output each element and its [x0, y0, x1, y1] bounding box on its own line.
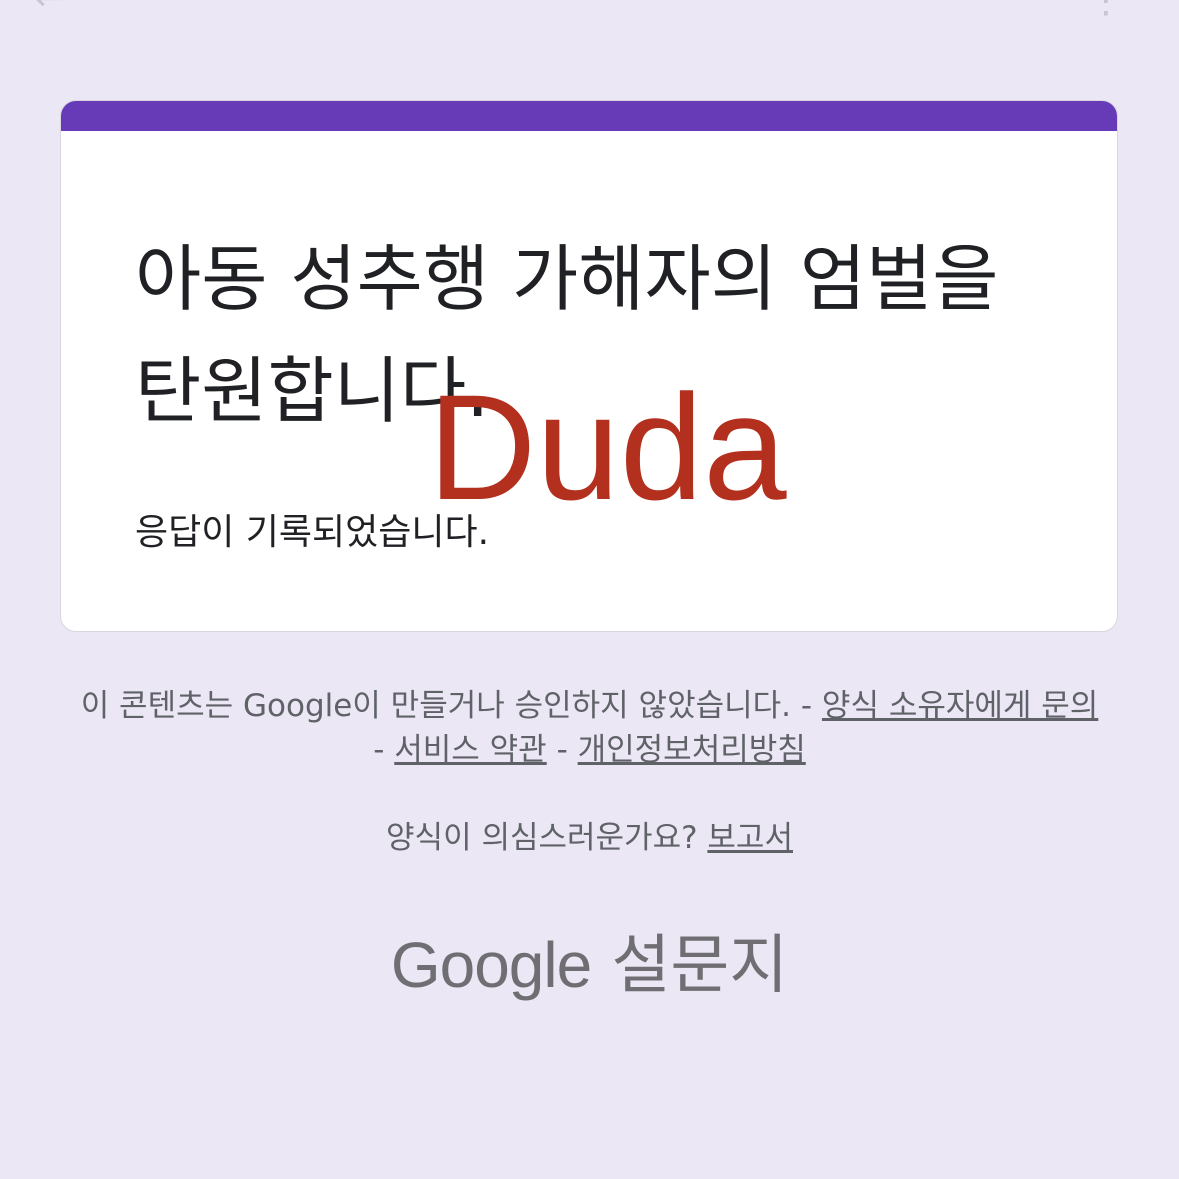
separator: - [373, 732, 395, 768]
report-question: 양식이 의심스러운가요? [386, 820, 698, 856]
top-app-bar: ← ⋮ [0, 0, 1179, 22]
report-link[interactable]: 보고서 [707, 820, 793, 856]
back-arrow-icon[interactable]: ← [34, 0, 64, 19]
separator: - [546, 732, 578, 768]
more-options-icon[interactable]: ⋮ [1088, 0, 1124, 21]
card-accent-bar [61, 101, 1117, 131]
footer-disclaimer: 이 콘텐츠는 Google이 만들거나 승인하지 않았습니다. - 양식 소유자… [80, 684, 1099, 772]
disclaimer-text: 이 콘텐츠는 Google이 만들거나 승인하지 않았습니다. [80, 688, 792, 724]
separator: - [791, 688, 822, 724]
contact-owner-link[interactable]: 양식 소유자에게 문의 [822, 688, 1098, 724]
google-forms-logo[interactable]: Google 설문지 [0, 920, 1179, 1011]
forms-wordmark: 설문지 [611, 929, 789, 1003]
google-wordmark: Google [390, 929, 592, 1001]
report-row: 양식이 의심스러운가요? 보고서 [80, 816, 1099, 860]
privacy-policy-link[interactable]: 개인정보처리방침 [578, 732, 806, 768]
terms-of-service-link[interactable]: 서비스 약관 [394, 732, 546, 768]
watermark: Duda [428, 363, 787, 531]
